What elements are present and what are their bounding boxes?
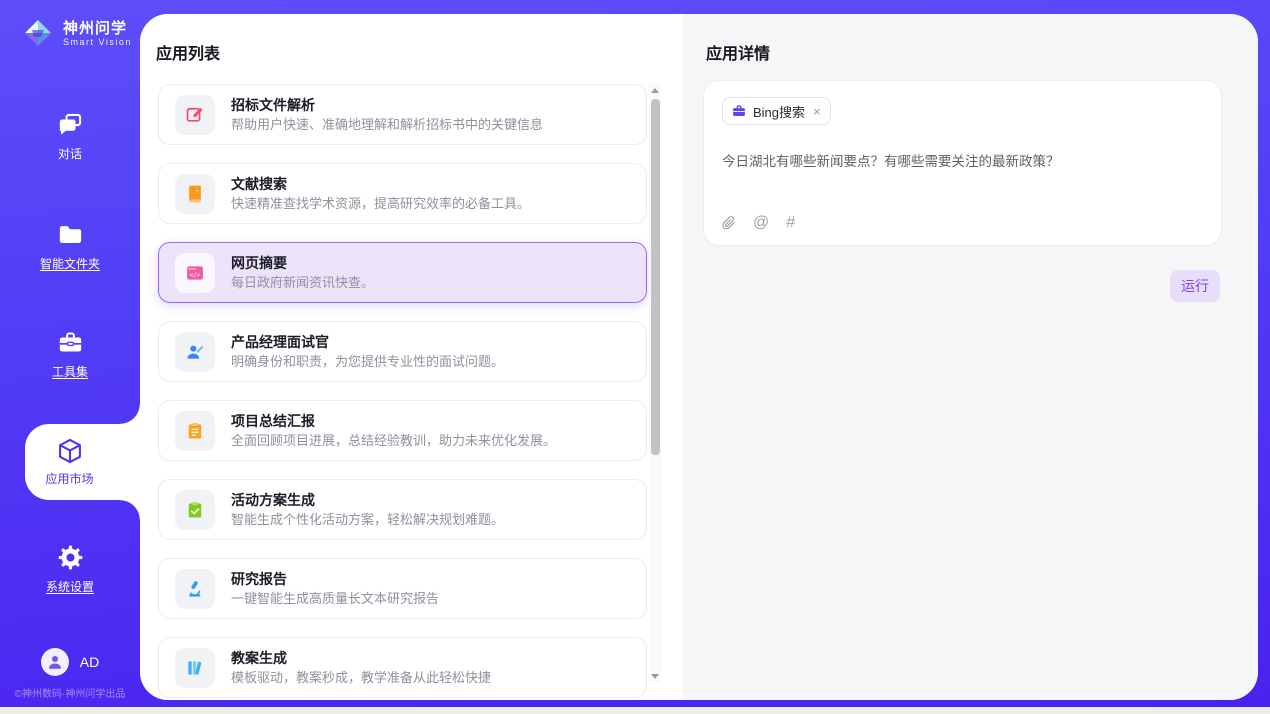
sidebar-item-label: 智能文件夹 [40, 255, 100, 272]
app-card-title: 项目总结汇报 [231, 412, 556, 430]
sidebar-item-label: 系统设置 [46, 578, 94, 595]
book-icon [175, 174, 215, 214]
clipboard-check-icon [175, 490, 215, 530]
sidebar-item-label: 对话 [58, 145, 82, 162]
app-card-desc: 快速精准查找学术资源，提高研究效率的必备工具。 [231, 196, 530, 212]
copyright-footer: ©神州数码·神州问学出品 [0, 685, 140, 700]
scroll-down-arrow-icon[interactable] [649, 669, 661, 683]
tool-tag-label: Bing搜索 [753, 102, 805, 121]
app-card-title: 产品经理面试官 [231, 333, 504, 351]
app-card-pm-interviewer[interactable]: 产品经理面试官 明确身份和职责，为您提供专业性的面试问题。 [158, 321, 647, 382]
app-card-title: 研究报告 [231, 570, 439, 588]
chat-icon [57, 111, 84, 138]
app-card-web-summary[interactable]: </> 网页摘要 每日政府新闻资讯快查。 [158, 242, 647, 303]
folder-icon [57, 221, 84, 248]
toolbox-icon [57, 329, 84, 356]
scroll-up-arrow-icon[interactable] [649, 83, 661, 97]
app-list-title: 应用列表 [156, 40, 683, 64]
app-card-desc: 全面回顾项目进展，总结经验教训，助力未来优化发展。 [231, 433, 556, 449]
app-list-panel: 应用列表 招标文件解析 帮助用户快速、准确地理解和解析招标书中的关键信息 [140, 14, 683, 700]
app-card-project-summary[interactable]: 项目总结汇报 全面回顾项目进展，总结经验教训，助力未来优化发展。 [158, 400, 647, 461]
run-button[interactable]: 运行 [1170, 270, 1220, 302]
sidebar-item-settings[interactable]: 系统设置 [0, 544, 140, 595]
sidebar-item-label: 工具集 [52, 363, 88, 380]
sidebar-item-smart-folder[interactable]: 智能文件夹 [0, 221, 140, 272]
browser-code-icon: </> [175, 253, 215, 293]
mention-icon[interactable]: @ [753, 215, 769, 231]
hash-icon[interactable]: # [786, 215, 795, 231]
sidebar-item-toolbox[interactable]: 工具集 [0, 329, 140, 380]
app-card-title: 教案生成 [231, 649, 491, 667]
app-card-title: 招标文件解析 [231, 96, 543, 114]
microscope-icon [175, 569, 215, 609]
app-card-title: 文献搜索 [231, 175, 530, 193]
sidebar-item-app-market[interactable]: 应用市场 [25, 424, 140, 500]
gear-icon [57, 544, 84, 571]
brand-logo: 神州问学 Smart Vision [20, 15, 132, 51]
app-card-research-report[interactable]: 研究报告 一键智能生成高质量长文本研究报告 [158, 558, 647, 619]
app-card-desc: 智能生成个性化活动方案，轻松解决规划难题。 [231, 512, 504, 528]
gem-logo-icon [20, 15, 56, 51]
prompt-input[interactable]: 今日湖北有哪些新闻要点？有哪些需要关注的最新政策？ [722, 152, 1203, 171]
person-icon [46, 653, 64, 671]
app-card-lesson-plan[interactable]: 教案生成 模板驱动，教案秒成，教学准备从此轻松快捷 [158, 637, 647, 698]
prompt-card: Bing搜索 × 今日湖北有哪些新闻要点？有哪些需要关注的最新政策？ @ # [703, 80, 1222, 246]
sidebar-item-chat[interactable]: 对话 [0, 111, 140, 162]
briefcase-icon [732, 104, 746, 118]
tool-tag-bing-search[interactable]: Bing搜索 × [722, 97, 831, 125]
attachment-icon[interactable] [722, 215, 736, 231]
input-toolbar: @ # [722, 215, 795, 231]
app-card-desc: 帮助用户快速、准确地理解和解析招标书中的关键信息 [231, 117, 543, 133]
app-detail-title: 应用详情 [706, 40, 1258, 64]
app-card-desc: 每日政府新闻资讯快查。 [231, 275, 374, 291]
sidebar-item-label: 应用市场 [45, 470, 93, 487]
app-frame: 神州问学 Smart Vision 对话 智能文件夹 [0, 0, 1270, 707]
pen-square-icon [175, 95, 215, 135]
books-icon [175, 648, 215, 688]
app-card-literature-search[interactable]: 文献搜索 快速精准查找学术资源，提高研究效率的必备工具。 [158, 163, 647, 224]
clipboard-icon [175, 411, 215, 451]
app-detail-panel: 应用详情 Bing搜索 × 今日湖北有哪些新闻要点？有哪些需要关注的最新政策？ [683, 14, 1258, 700]
app-card-desc: 明确身份和职责，为您提供专业性的面试问题。 [231, 354, 504, 370]
app-cards: 招标文件解析 帮助用户快速、准确地理解和解析招标书中的关键信息 [158, 84, 647, 700]
app-card-title: 网页摘要 [231, 254, 374, 272]
avatar [41, 648, 69, 676]
user-account[interactable]: AD [0, 648, 140, 676]
app-card-event-plan[interactable]: 活动方案生成 智能生成个性化活动方案，轻松解决规划难题。 [158, 479, 647, 540]
app-card-title: 活动方案生成 [231, 491, 504, 509]
tab-curve-bottom [120, 500, 140, 520]
brand-name: 神州问学 [63, 20, 132, 37]
scrollbar-thumb[interactable] [651, 99, 660, 455]
svg-text:</>: </> [190, 273, 201, 279]
app-card-desc: 模板驱动，教案秒成，教学准备从此轻松快捷 [231, 670, 491, 686]
close-icon[interactable]: × [813, 105, 821, 118]
tab-curve-top [120, 404, 140, 424]
cube-icon [56, 437, 84, 465]
brand-subtitle: Smart Vision [63, 37, 132, 47]
app-card-bid-analysis[interactable]: 招标文件解析 帮助用户快速、准确地理解和解析招标书中的关键信息 [158, 84, 647, 145]
interviewer-icon [175, 332, 215, 372]
sidebar: 神州问学 Smart Vision 对话 智能文件夹 [0, 0, 140, 707]
user-label: AD [80, 654, 99, 670]
main-content: 应用列表 招标文件解析 帮助用户快速、准确地理解和解析招标书中的关键信息 [140, 14, 1258, 700]
list-scrollbar[interactable] [649, 83, 661, 683]
app-card-desc: 一键智能生成高质量长文本研究报告 [231, 591, 439, 607]
